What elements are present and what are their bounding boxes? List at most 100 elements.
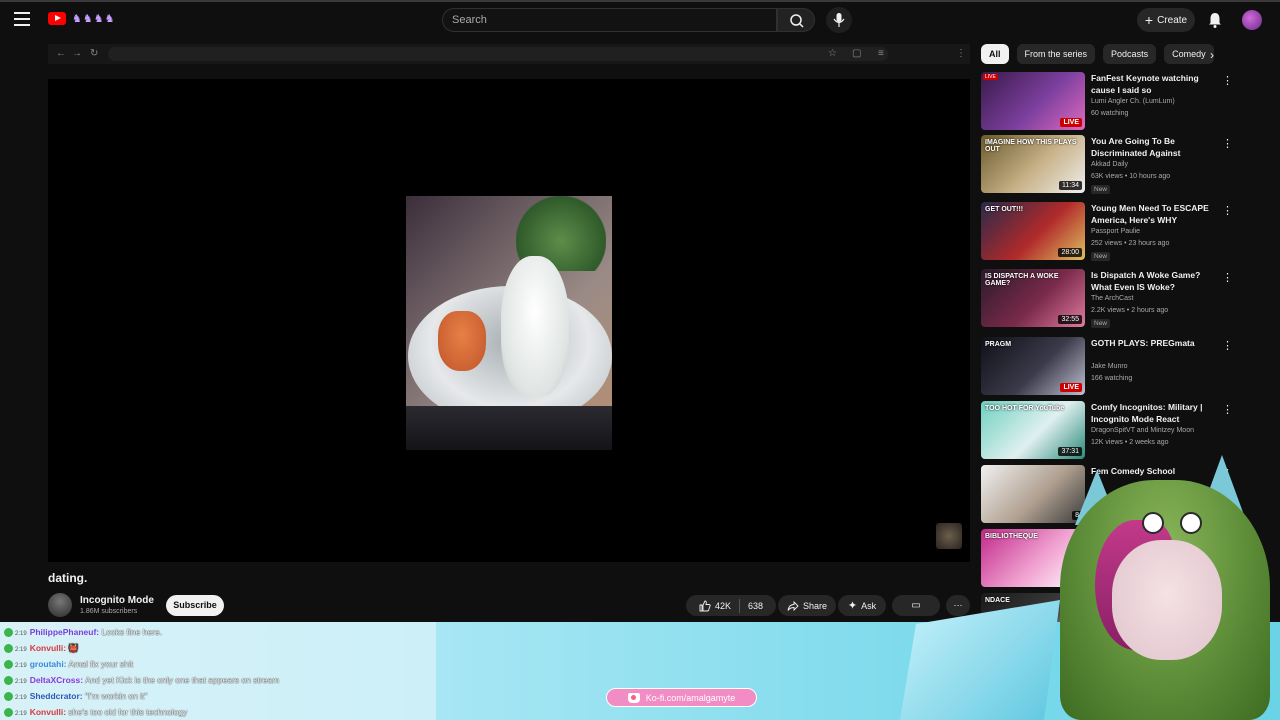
menu-icon[interactable]: [14, 12, 30, 26]
more-vertical-icon[interactable]: ⋮: [1222, 204, 1233, 217]
live-tag: LIVE: [983, 74, 998, 80]
chevron-right-icon[interactable]: ›: [1210, 48, 1214, 62]
like-divider: [738, 598, 740, 613]
more-vertical-icon[interactable]: ⋮: [1222, 339, 1233, 352]
recommendation-item[interactable]: IMAGINE HOW THIS PLAYS OUT 11:34 You Are G…: [981, 135, 1233, 195]
voice-search-button[interactable]: [826, 7, 852, 33]
recommendation-item[interactable]: LIVE LIVE FanFest Keynote watching cause I…: [981, 72, 1233, 132]
video-thumbnail[interactable]: 8: [981, 465, 1085, 523]
more-actions-button[interactable]: ⋯: [946, 595, 970, 616]
subscriber-count: 1.86M subscribers: [80, 608, 138, 615]
more-vertical-icon[interactable]: ⋮: [1222, 271, 1233, 284]
kofi-link[interactable]: Ko-fi.com/amalgamyte: [606, 688, 757, 707]
browser-menu-icon[interactable]: ⋮: [956, 47, 966, 61]
channel-name[interactable]: Incognito Mode: [80, 595, 154, 606]
subscribe-button[interactable]: Subscribe: [166, 595, 224, 616]
reader-icon[interactable]: ≡: [878, 47, 884, 61]
duration-badge: 11:34: [1059, 181, 1082, 190]
recommendation-item[interactable]: PRAGM LIVE GOTH PLAYS: PREGmata Jake Munro 1…: [981, 337, 1233, 397]
video-thumbnail[interactable]: GET OUT!!! 28:00: [981, 202, 1085, 260]
top-bar: ♞♞♞♞ Search + Create: [0, 0, 1280, 36]
chat-text: "I'm workin on it": [84, 691, 148, 701]
screen: ♞♞♞♞ Search + Create ← → ↻ ☆ ▢ ≡ ⋮ datin…: [0, 0, 1280, 720]
more-vertical-icon[interactable]: ⋮: [1222, 137, 1233, 150]
save-button[interactable]: ▭: [892, 595, 940, 616]
thumbnail-caption: TOO HOT FOR YouTube: [985, 405, 1065, 412]
kick-icon: [4, 628, 13, 638]
more-horizontal-icon: ⋯: [953, 600, 963, 610]
chat-username: Sheddcrator:: [29, 691, 83, 701]
chip-from-the-series[interactable]: From the series: [1016, 44, 1096, 64]
chip-comedy[interactable]: Comedy: [1164, 44, 1214, 64]
chat-text: And yet Kick is the only one that appear…: [84, 675, 280, 685]
channel-watermark[interactable]: [936, 523, 962, 549]
chip-all[interactable]: All: [981, 44, 1009, 64]
stream-chat: 2:19 PhilippePhaneuf: Looks fine here. 2:1…: [0, 622, 436, 720]
chat-timestamp: 2:19: [15, 695, 27, 701]
live-badge: LIVE: [1060, 118, 1082, 127]
chat-username: DeltaXCross:: [29, 675, 84, 685]
video-thumbnail[interactable]: LIVE LIVE: [981, 72, 1085, 130]
thumbnail-caption: IMAGINE HOW THIS PLAYS OUT: [985, 139, 1077, 153]
search-input[interactable]: Search: [442, 8, 777, 32]
back-icon[interactable]: ←: [56, 47, 66, 61]
plus-icon: +: [1144, 12, 1154, 28]
like-button[interactable]: 42K: [699, 600, 731, 612]
embedded-browser-bar: ← → ↻ ☆ ▢ ≡ ⋮: [48, 44, 970, 64]
recommendation-channel[interactable]: DragonSpitVT and Mintzey Moon: [1091, 427, 1194, 434]
reload-icon[interactable]: ↻: [90, 47, 98, 61]
recommendation-channel[interactable]: Jake Munro: [1091, 363, 1128, 370]
ask-button[interactable]: ✦ Ask: [838, 595, 886, 616]
recommendation-channel[interactable]: The ArchCast: [1091, 295, 1133, 302]
recommendation-item[interactable]: GET OUT!!! 28:00 Young Men Need To ESCAPE …: [981, 202, 1233, 262]
more-vertical-icon[interactable]: ⋮: [1222, 403, 1233, 416]
recommendation-channel[interactable]: Lumi Angler Ch. (LumLum): [1091, 98, 1175, 105]
video-frame: [406, 196, 612, 450]
chip-podcasts[interactable]: Podcasts: [1103, 44, 1157, 64]
chat-text: Amal fix your shit: [68, 659, 134, 669]
video-thumbnail[interactable]: TOO HOT FOR YouTube 37:31: [981, 401, 1085, 459]
table-edge-image: [406, 406, 612, 450]
video-thumbnail[interactable]: PRAGM LIVE: [981, 337, 1085, 395]
recommendation-title[interactable]: Comfy Incognitos: Military | Incognito M…: [1091, 401, 1221, 425]
recommendation-title[interactable]: Young Men Need To ESCAPE America, Here's…: [1091, 202, 1221, 226]
kofi-label: Ko-fi.com/amalgamyte: [645, 692, 736, 703]
recommendation-item[interactable]: TOO HOT FOR YouTube 37:31 Comfy Incognitos…: [981, 401, 1233, 461]
like-dislike-group: 42K 638: [686, 595, 776, 616]
recommendation-channel[interactable]: Passport Paulie: [1091, 228, 1140, 235]
notifications-bell-icon[interactable]: [1206, 11, 1224, 29]
recommendation-channel[interactable]: Akkad Daily: [1091, 161, 1128, 168]
carrot-image: [438, 311, 486, 371]
recommendation-title[interactable]: You Are Going To Be Discriminated Agains…: [1091, 135, 1221, 159]
recommendation-title[interactable]: GOTH PLAYS: PREGmata: [1091, 337, 1221, 349]
more-vertical-icon[interactable]: ⋮: [1222, 74, 1233, 87]
forward-icon[interactable]: →: [72, 47, 82, 61]
thumbnail-caption: GET OUT!!!: [985, 206, 1024, 213]
extension-icon[interactable]: ▢: [852, 47, 861, 61]
thumbs-up-icon: [699, 600, 711, 611]
recommendation-title[interactable]: FanFest Keynote watching cause I said so: [1091, 72, 1221, 96]
create-label: Create: [1157, 14, 1188, 26]
video-thumbnail[interactable]: IS DISPATCH A WOKE GAME? 32:55: [981, 269, 1085, 327]
address-bar[interactable]: [108, 47, 888, 61]
chat-message: 2:19 Konvulli: she's too old for this tec…: [4, 705, 187, 719]
bookmark-star-icon[interactable]: ☆: [828, 47, 837, 61]
thumbnail-caption: BIBLIOTHEQUE: [985, 533, 1038, 540]
video-title: dating.: [48, 571, 88, 585]
new-badge: New: [1091, 252, 1111, 261]
account-avatar[interactable]: [1242, 10, 1262, 30]
recommendation-title[interactable]: Is Dispatch A Woke Game? What Even IS Wo…: [1091, 269, 1221, 293]
channel-avatar[interactable]: [48, 593, 72, 617]
recommendation-item[interactable]: IS DISPATCH A WOKE GAME? 32:55 Is Dispatch…: [981, 269, 1233, 329]
share-button[interactable]: Share: [778, 595, 836, 616]
video-player[interactable]: [48, 79, 970, 562]
create-button[interactable]: + Create: [1137, 8, 1195, 32]
dislike-count[interactable]: 638: [748, 601, 763, 611]
ask-label: Ask: [861, 600, 877, 611]
live-badge: LIVE: [1060, 383, 1082, 392]
search-button[interactable]: [777, 8, 815, 32]
youtube-logo[interactable]: ♞♞♞♞: [48, 12, 115, 25]
video-thumbnail[interactable]: IMAGINE HOW THIS PLAYS OUT 11:34: [981, 135, 1085, 193]
dragon-wing-image: [900, 600, 1060, 720]
radish-image: [501, 256, 569, 396]
